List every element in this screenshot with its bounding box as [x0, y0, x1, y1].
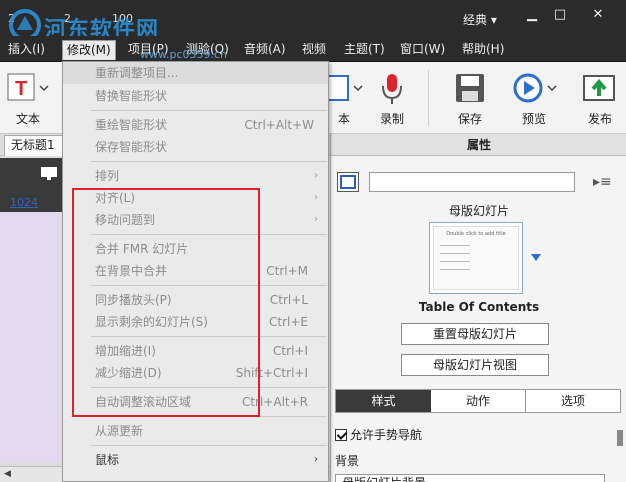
- properties-panel: 属性 ▸≡ 母版幻灯片 Double click to add title Ta…: [330, 134, 626, 482]
- menu-modify[interactable]: 修改(M): [62, 40, 116, 60]
- menu-item-label: 排列: [95, 169, 120, 183]
- menu-item-label: 从源更新: [95, 424, 144, 438]
- tab-actions[interactable]: 动作: [431, 390, 526, 412]
- save-button[interactable]: 保存: [442, 62, 498, 134]
- thumb-line: [440, 261, 470, 262]
- master-dropdown-icon[interactable]: [531, 254, 541, 261]
- background-select[interactable]: 母版幻灯片背景: [335, 474, 605, 482]
- menu-item-label: 鼠标: [95, 453, 120, 467]
- menu-item-mouse[interactable]: 鼠标 ›: [63, 449, 328, 471]
- menu-item-redraw-smart-shape[interactable]: 重绘智能形状 Ctrl+Alt+W: [63, 114, 328, 136]
- record-label: 录制: [379, 112, 404, 126]
- menu-item-label: 替换智能形状: [95, 89, 168, 103]
- tab-style[interactable]: 样式: [336, 390, 431, 412]
- menu-theme[interactable]: 主题(T): [340, 40, 389, 60]
- slide-color-box[interactable]: [337, 172, 359, 192]
- menu-separator: [91, 161, 327, 162]
- list-menu-icon[interactable]: ▸≡: [593, 174, 612, 190]
- thumb-line: [440, 245, 470, 246]
- menu-audio[interactable]: 音频(A): [240, 40, 290, 60]
- reset-master-button[interactable]: 重置母版幻灯片: [401, 323, 549, 345]
- menu-item-resize-items[interactable]: 重新调整项目...: [63, 62, 328, 84]
- menu-separator: [91, 445, 327, 446]
- maximize-button[interactable]: □: [546, 6, 574, 26]
- menu-item-shortcut: Ctrl+E: [269, 315, 308, 329]
- record-button[interactable]: 录制: [364, 62, 420, 134]
- menu-bar: 插入(I) 修改(M) 项目(P) 测验(Q) 音频(A) 视频 主题(T) 窗…: [0, 36, 626, 62]
- menu-item-shortcut: Ctrl+I: [273, 344, 308, 358]
- master-slide-thumbnail[interactable]: Double click to add title: [429, 222, 523, 294]
- master-slide-name: Table Of Contents: [418, 300, 540, 314]
- menu-video[interactable]: 视频: [298, 40, 330, 60]
- menu-item-label: 保存智能形状: [95, 140, 168, 154]
- slide-name-input[interactable]: [369, 172, 575, 192]
- text-tool-button[interactable]: T 文本: [0, 62, 56, 134]
- menu-item-replace-smart-shape[interactable]: 替换智能形状: [63, 85, 328, 107]
- slide-number[interactable]: 1024: [10, 196, 38, 209]
- publish-button[interactable]: 发布: [572, 62, 626, 134]
- workspace-mode-select[interactable]: 经典 ▾: [463, 11, 497, 28]
- menu-item-arrange[interactable]: 排列 ›: [63, 165, 328, 187]
- preview-play-icon: [513, 73, 557, 103]
- submenu-chevron-icon: ›: [314, 214, 318, 225]
- submenu-chevron-icon: ›: [314, 192, 318, 203]
- shape-tool-icon: [325, 75, 363, 101]
- close-button[interactable]: ✕: [584, 6, 612, 26]
- shape-tool-label: 本: [337, 112, 350, 126]
- save-icon: [456, 74, 484, 102]
- panel-scroll-thumb[interactable]: [617, 430, 623, 446]
- menu-window[interactable]: 窗口(W): [396, 40, 449, 60]
- menu-item-save-smart-shape[interactable]: 保存智能形状: [63, 136, 328, 158]
- properties-tabs: 样式 动作 选项: [335, 389, 621, 413]
- title-bar: 2 2 100 河东软件网 经典 ▾ ▁ □ ✕: [0, 0, 626, 43]
- preview-button[interactable]: 预览: [506, 62, 562, 134]
- master-slide-title: 母版幻灯片: [448, 204, 509, 218]
- thumb-line: [440, 269, 470, 270]
- menu-item-label: 重绘智能形状: [95, 118, 168, 132]
- master-thumbnail-title: Double click to add title: [446, 231, 506, 237]
- gesture-nav-row[interactable]: 允许手势导航: [335, 426, 422, 443]
- master-view-button[interactable]: 母版幻灯片视图: [401, 354, 549, 376]
- master-thumbnail-inner: Double click to add title: [433, 226, 519, 290]
- text-tool-label: 文本: [15, 112, 40, 126]
- properties-header: 属性: [331, 134, 626, 156]
- tab-options[interactable]: 选项: [526, 390, 620, 412]
- menu-item-label: 重新调整项目...: [95, 66, 179, 80]
- microphone-icon: [382, 74, 402, 104]
- menu-item-update-from-source[interactable]: 从源更新: [63, 420, 328, 442]
- svg-text:T: T: [15, 78, 27, 100]
- preview-label: 预览: [521, 112, 546, 126]
- menu-item-shortcut: Ctrl+M: [266, 264, 308, 278]
- gesture-nav-label: 允许手势导航: [350, 428, 423, 442]
- watermark-url: www.pc0359.cn: [140, 48, 228, 61]
- submenu-chevron-icon: ›: [314, 454, 318, 465]
- publish-label: 发布: [587, 112, 612, 126]
- gesture-nav-checkbox[interactable]: [335, 429, 347, 441]
- publish-icon: [583, 75, 615, 101]
- menu-separator: [91, 110, 327, 111]
- minimize-button[interactable]: ▁: [518, 6, 546, 26]
- text-tool-icon: T: [7, 73, 49, 101]
- submenu-chevron-icon: ›: [314, 170, 318, 181]
- menu-item-shortcut: Ctrl+Alt+W: [244, 118, 314, 132]
- monitor-icon: [41, 167, 57, 180]
- toolbar-separator: [428, 70, 429, 126]
- save-label: 保存: [457, 112, 482, 126]
- menu-insert[interactable]: 插入(I): [4, 40, 49, 60]
- background-label: 背景: [335, 454, 360, 468]
- menu-item-shortcut: Ctrl+L: [269, 293, 308, 307]
- scroll-left-icon[interactable]: ◀: [4, 469, 11, 479]
- panel-scrollbar[interactable]: [615, 430, 625, 482]
- workspace-mode-label: 经典: [463, 13, 488, 27]
- document-tab[interactable]: 无标题1: [4, 135, 66, 156]
- highlight-annotation-box: [72, 188, 260, 417]
- menu-help[interactable]: 帮助(H): [458, 40, 508, 60]
- filmstrip-selection-area: [0, 212, 62, 462]
- thumb-line: [440, 253, 470, 254]
